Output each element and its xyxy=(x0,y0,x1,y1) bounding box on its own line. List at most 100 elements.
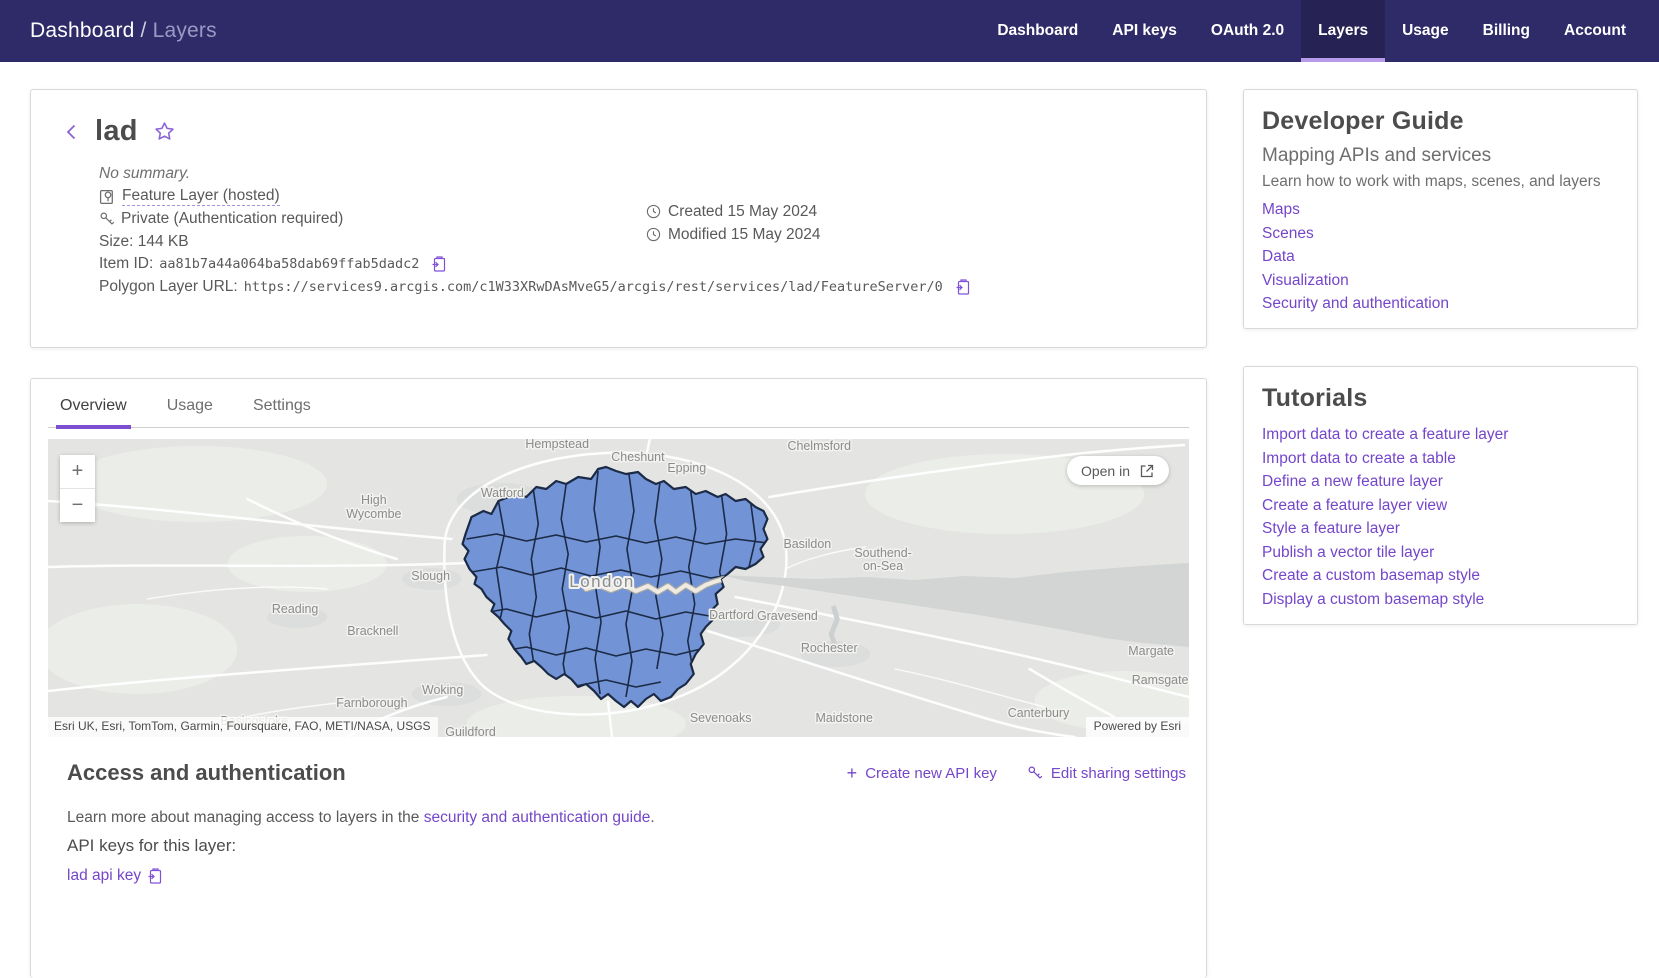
developer-guide-description: Learn how to work with maps, scenes, and… xyxy=(1262,173,1619,191)
key-icon xyxy=(1027,765,1043,781)
item-id-value: aa81b7a44a064ba58dab69ffab5dadc2 xyxy=(159,256,419,272)
open-in-button[interactable]: Open in xyxy=(1067,456,1169,485)
tutorial-link-display-basemap-style[interactable]: Display a custom basemap style xyxy=(1262,588,1619,612)
map-place-label: Chelmsford xyxy=(787,439,851,453)
copy-icon xyxy=(431,256,447,272)
lad-api-key-link[interactable]: lad api key xyxy=(67,867,141,885)
map-place-label: Sevenoaks xyxy=(690,711,752,725)
tutorial-link-create-basemap-style[interactable]: Create a custom basemap style xyxy=(1262,564,1619,588)
tab-usage[interactable]: Usage xyxy=(165,395,215,427)
item-title: lad xyxy=(95,115,138,148)
basemap: Hempstead CheshuntEpping Chelmsford Watford… xyxy=(48,439,1189,737)
map-place-label: London xyxy=(569,572,634,591)
map-canvas[interactable]: Hempstead CheshuntEpping Chelmsford Watford… xyxy=(48,439,1189,737)
map-zoom-out-button[interactable]: − xyxy=(60,489,95,522)
map-zoom-in-button[interactable]: + xyxy=(60,455,95,488)
map-place-label: Basildon xyxy=(783,537,831,551)
nav-item-dashboard[interactable]: Dashboard xyxy=(980,0,1095,62)
map-place-label: Canterbury xyxy=(1008,706,1070,720)
favorite-button[interactable] xyxy=(154,121,175,142)
star-icon xyxy=(154,121,175,142)
copy-icon xyxy=(147,868,163,884)
create-api-key-button[interactable]: + Create new API key xyxy=(847,765,997,782)
guide-link-security[interactable]: Security and authentication xyxy=(1262,292,1619,316)
tab-settings[interactable]: Settings xyxy=(251,395,313,427)
breadcrumb-dashboard[interactable]: Dashboard xyxy=(30,19,135,42)
breadcrumb-separator: / xyxy=(141,19,147,42)
item-id-label: Item ID: xyxy=(99,255,153,273)
map-place-label: Gravesend xyxy=(757,609,818,623)
modified-date: Modified 15 May 2024 xyxy=(668,226,821,244)
access-description: Learn more about managing access to laye… xyxy=(67,809,1186,827)
back-button[interactable] xyxy=(64,123,79,141)
map-place-label: Bracknell xyxy=(347,624,398,638)
item-size-label: Size: 144 KB xyxy=(99,233,189,251)
nav-item-oauth[interactable]: OAuth 2.0 xyxy=(1194,0,1301,62)
copy-item-id-button[interactable] xyxy=(431,256,447,272)
powered-by-esri: Powered by Esri xyxy=(1086,717,1189,737)
breadcrumb-layers: Layers xyxy=(153,19,217,42)
copy-api-key-button[interactable] xyxy=(147,868,163,884)
map-place-label: Epping xyxy=(667,461,706,475)
developer-guide-heading: Developer Guide xyxy=(1262,107,1619,136)
map-place-label: Watford xyxy=(481,486,524,500)
edit-sharing-button[interactable]: Edit sharing settings xyxy=(1027,765,1186,782)
map-place-label: Southend- xyxy=(854,546,911,560)
api-key-row: lad api key xyxy=(67,867,1186,885)
security-guide-link[interactable]: security and authentication guide xyxy=(424,809,651,826)
map-place-label: Maidstone xyxy=(815,711,872,725)
map-place-label: Rochester xyxy=(801,641,858,655)
nav-item-account[interactable]: Account xyxy=(1547,0,1643,62)
feature-layer-icon xyxy=(99,188,116,205)
tutorials-card: Tutorials Import data to create a featur… xyxy=(1243,366,1638,625)
layer-url-label: Polygon Layer URL: xyxy=(99,278,238,296)
developer-guide-card: Developer Guide Mapping APIs and service… xyxy=(1243,89,1638,329)
nav-item-layers[interactable]: Layers xyxy=(1301,0,1385,62)
item-overview-card: Overview Usage Settings xyxy=(30,378,1207,978)
tutorials-heading: Tutorials xyxy=(1262,384,1619,413)
layer-url-value: https://services9.arcgis.com/c1W33XRwDAs… xyxy=(244,279,943,295)
map-place-label: Farnborough xyxy=(336,696,407,710)
map-place-label: High xyxy=(361,493,387,507)
tutorial-link-import-feature-layer[interactable]: Import data to create a feature layer xyxy=(1262,423,1619,447)
map-attribution: Esri UK, Esri, TomTom, Garmin, Foursquar… xyxy=(48,717,438,737)
tab-bar: Overview Usage Settings xyxy=(48,379,1189,428)
developer-guide-subheading: Mapping APIs and services xyxy=(1262,145,1619,167)
item-type-label[interactable]: Feature Layer (hosted) xyxy=(122,187,280,206)
tutorial-link-style-feature-layer[interactable]: Style a feature layer xyxy=(1262,517,1619,541)
create-api-key-label: Create new API key xyxy=(865,765,997,782)
access-description-text: Learn more about managing access to laye… xyxy=(67,809,424,826)
chevron-left-icon xyxy=(64,123,79,141)
copy-icon xyxy=(955,279,971,295)
map-place-label: on-Sea xyxy=(863,559,903,573)
access-description-period: . xyxy=(650,809,654,826)
map-place-label: Slough xyxy=(411,569,450,583)
guide-link-scenes[interactable]: Scenes xyxy=(1262,222,1619,246)
key-icon xyxy=(99,211,115,227)
access-heading: Access and authentication xyxy=(67,760,346,786)
open-in-new-icon xyxy=(1139,463,1155,479)
edit-sharing-label: Edit sharing settings xyxy=(1051,765,1186,782)
map-place-label: Wycombe xyxy=(346,507,401,521)
map-place-label: Reading xyxy=(272,602,318,616)
map-place-label: Woking xyxy=(422,683,463,697)
tutorial-link-import-table[interactable]: Import data to create a table xyxy=(1262,447,1619,471)
nav-item-api-keys[interactable]: API keys xyxy=(1095,0,1194,62)
map-place-label: Margate xyxy=(1128,644,1174,658)
item-info-card: lad No summary. Feature Layer (hosted) P… xyxy=(30,89,1207,348)
tutorial-link-publish-vector-tile[interactable]: Publish a vector tile layer xyxy=(1262,541,1619,565)
item-meta: Created 15 May 2024 Modified 15 May 2024 xyxy=(646,200,821,246)
guide-link-data[interactable]: Data xyxy=(1262,245,1619,269)
nav-item-usage[interactable]: Usage xyxy=(1385,0,1466,62)
tab-overview[interactable]: Overview xyxy=(58,395,129,427)
tutorial-link-define-feature-layer[interactable]: Define a new feature layer xyxy=(1262,470,1619,494)
copy-layer-url-button[interactable] xyxy=(955,279,971,295)
top-navbar: Dashboard / Layers Dashboard API keys OAut… xyxy=(0,0,1659,62)
tutorial-link-feature-layer-view[interactable]: Create a feature layer view xyxy=(1262,494,1619,518)
map-place-label: Hempstead xyxy=(525,439,589,451)
nav-item-billing[interactable]: Billing xyxy=(1466,0,1547,62)
plus-icon: + xyxy=(847,766,858,780)
guide-link-maps[interactable]: Maps xyxy=(1262,198,1619,222)
guide-link-visualization[interactable]: Visualization xyxy=(1262,269,1619,293)
map-place-label: Cheshunt xyxy=(611,450,665,464)
